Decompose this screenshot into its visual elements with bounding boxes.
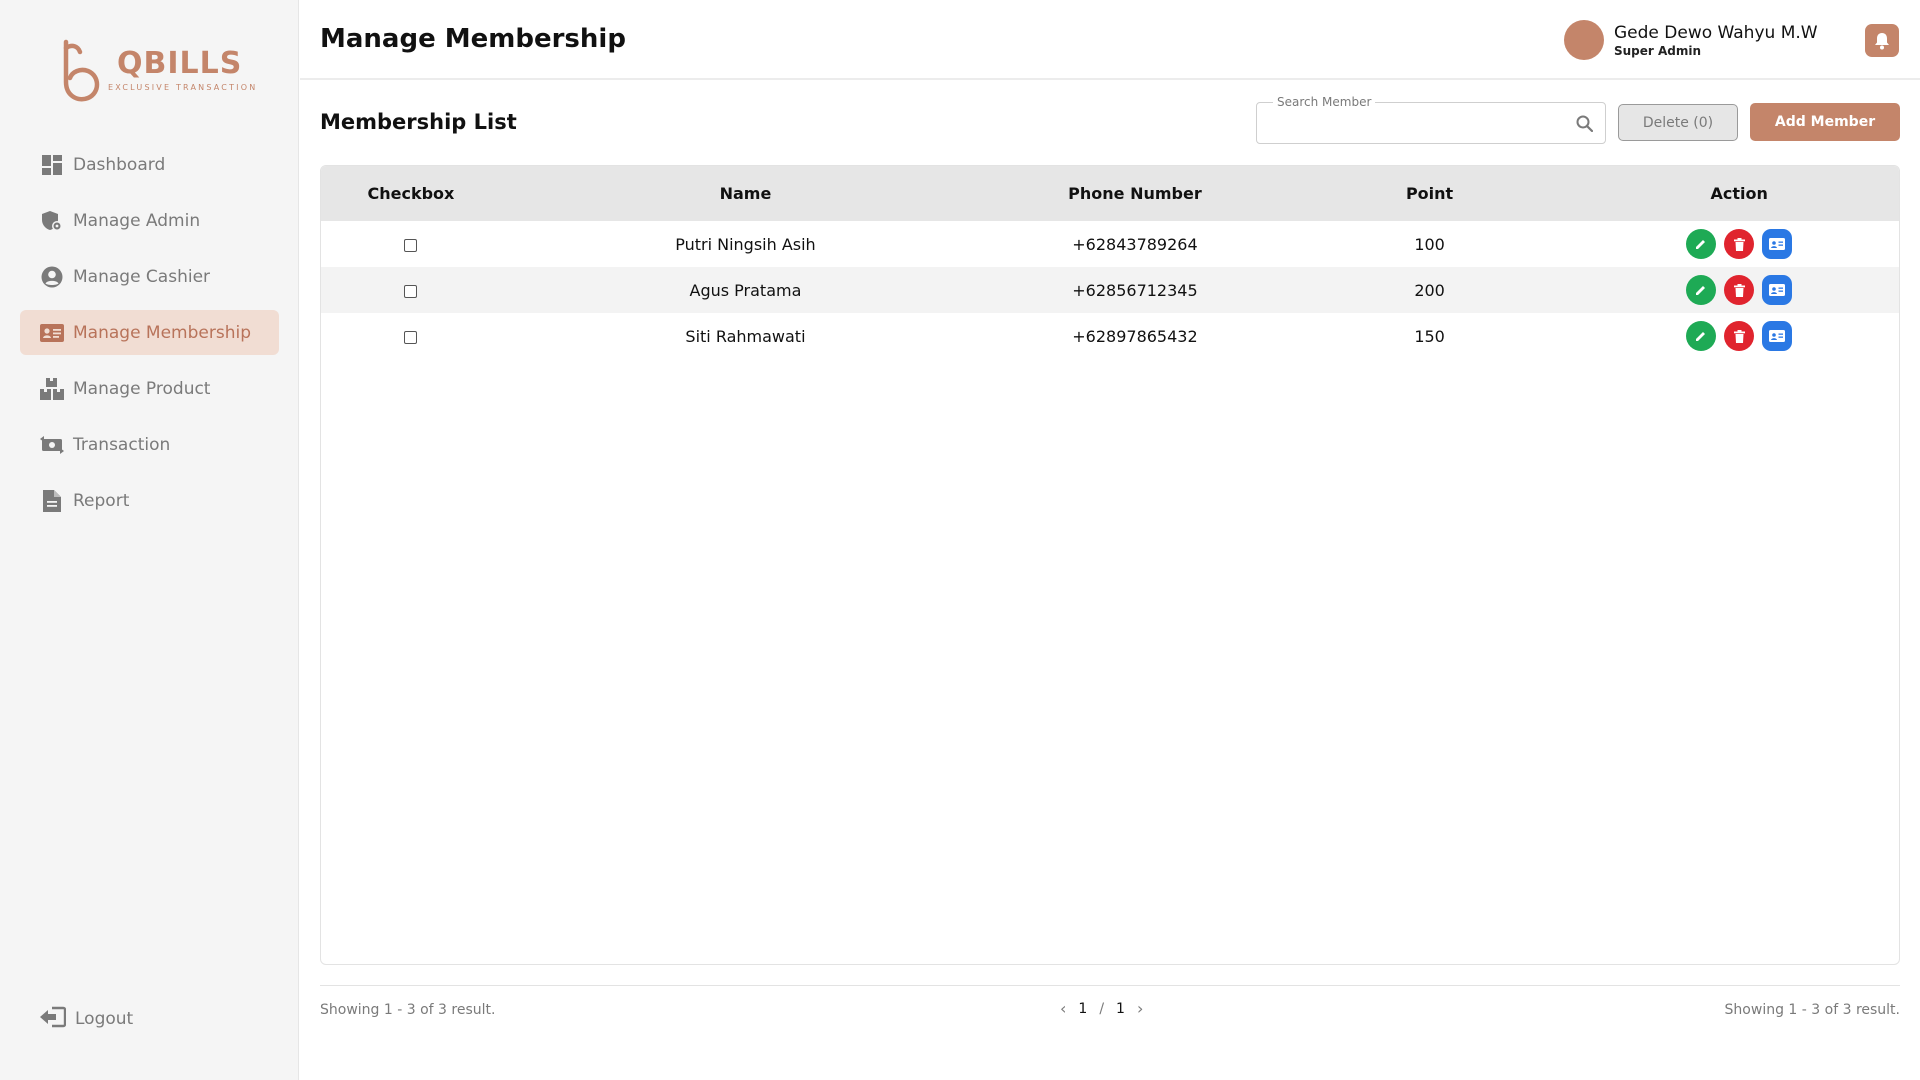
member-phone: +62897865432	[1072, 326, 1198, 346]
column-header-point: Point	[1405, 184, 1454, 203]
row-actions	[1686, 229, 1793, 259]
search-icon[interactable]	[1576, 115, 1593, 132]
result-count-right: Showing 1 - 3 of 3 result.	[1724, 1002, 1900, 1018]
user-role: Super Admin	[1614, 43, 1702, 58]
member-phone: +62856712345	[1072, 280, 1198, 300]
column-header-phone: Phone Number	[1068, 184, 1202, 203]
boxes-icon	[40, 377, 64, 401]
user-circle-icon	[40, 265, 64, 289]
list-title: Membership List	[320, 110, 517, 134]
next-page-icon[interactable]: ›	[1137, 999, 1143, 1018]
user-name: Gede Dewo Wahyu M.W	[1614, 22, 1818, 43]
member-point: 200	[1414, 280, 1445, 300]
sidebar-item-label: Dashboard	[73, 154, 166, 175]
sidebar-item-manage-admin[interactable]: Manage Admin	[20, 198, 279, 243]
user-profile[interactable]: Gede Dewo Wahyu M.W Super Admin	[1564, 20, 1818, 60]
edit-button[interactable]	[1686, 275, 1717, 305]
pencil-icon	[1696, 240, 1706, 249]
row-checkbox[interactable]	[404, 238, 418, 252]
table-header-row: Checkbox Name Phone Number Point Action	[321, 166, 1899, 221]
sidebar-nav: Dashboard Manage Admin Manage Cashier Ma…	[20, 142, 279, 534]
pencil-icon	[1696, 332, 1706, 341]
member-card-button[interactable]	[1762, 275, 1793, 305]
add-member-button[interactable]: Add Member	[1750, 103, 1900, 141]
table-row: Agus Pratama +62856712345 200	[321, 267, 1899, 313]
column-header-name: Name	[719, 184, 772, 203]
sidebar-item-manage-product[interactable]: Manage Product	[20, 366, 279, 411]
trash-icon	[1733, 283, 1745, 297]
footer-divider	[320, 985, 1900, 986]
member-point: 100	[1414, 234, 1445, 254]
id-card-icon	[1769, 238, 1786, 250]
sidebar-item-label: Manage Membership	[73, 322, 252, 343]
top-header: Manage Membership Gede Dewo Wahyu M.W Su…	[300, 0, 1920, 80]
delete-button[interactable]: Delete (0)	[1618, 104, 1738, 141]
avatar	[1564, 20, 1604, 60]
id-card-icon	[1769, 284, 1786, 296]
member-name: Agus Pratama	[689, 280, 802, 300]
page-separator: /	[1099, 1000, 1105, 1017]
result-count-left: Showing 1 - 3 of 3 result.	[320, 1002, 496, 1018]
table-row: Putri Ningsih Asih +62843789264 100	[321, 221, 1899, 267]
sidebar-item-manage-membership[interactable]: Manage Membership	[20, 310, 279, 355]
trash-icon	[1733, 329, 1745, 343]
row-actions	[1686, 321, 1793, 351]
row-checkbox[interactable]	[404, 330, 418, 344]
sidebar: QBILLS EXCLUSIVE TRANSACTION Dashboard M…	[0, 0, 299, 1080]
pagination: ‹ 1 / 1 ›	[1060, 999, 1143, 1018]
prev-page-icon[interactable]: ‹	[1060, 999, 1066, 1018]
sidebar-item-dashboard[interactable]: Dashboard	[20, 142, 279, 187]
id-card-icon	[40, 321, 64, 345]
sidebar-item-transaction[interactable]: Transaction	[20, 422, 279, 467]
edit-button[interactable]	[1686, 229, 1717, 259]
member-card-button[interactable]	[1762, 321, 1793, 351]
row-checkbox[interactable]	[404, 284, 418, 298]
money-transfer-icon	[40, 433, 64, 457]
edit-button[interactable]	[1686, 321, 1717, 351]
sidebar-item-label: Manage Admin	[73, 210, 201, 231]
dashboard-icon	[40, 153, 64, 177]
sidebar-item-report[interactable]: Report	[20, 478, 279, 523]
search-field[interactable]: Search Member	[1256, 95, 1606, 144]
table-row: Siti Rahmawati +62897865432 150	[321, 313, 1899, 359]
notification-button[interactable]	[1865, 24, 1899, 57]
total-pages: 1	[1116, 1000, 1125, 1017]
search-label: Search Member	[1273, 95, 1376, 109]
sidebar-item-label: Transaction	[73, 434, 171, 455]
delete-row-button[interactable]	[1724, 229, 1755, 259]
admin-shield-icon	[40, 209, 64, 233]
bell-icon	[1875, 32, 1889, 49]
row-actions	[1686, 275, 1793, 305]
member-point: 150	[1414, 326, 1445, 346]
page-title: Manage Membership	[320, 24, 626, 54]
logout-label: Logout	[75, 1009, 134, 1029]
member-name: Putri Ningsih Asih	[675, 234, 816, 254]
column-header-checkbox: Checkbox	[367, 184, 455, 203]
sidebar-item-manage-cashier[interactable]: Manage Cashier	[20, 254, 279, 299]
member-name: Siti Rahmawati	[685, 326, 806, 346]
trash-icon	[1733, 237, 1745, 251]
logo-mark-icon	[63, 39, 100, 102]
delete-row-button[interactable]	[1724, 275, 1755, 305]
column-header-action: Action	[1710, 184, 1768, 203]
brand-name: QBILLS	[117, 46, 243, 81]
search-input[interactable]	[1267, 111, 1567, 135]
logout-button[interactable]: Logout	[40, 1006, 133, 1032]
current-page: 1	[1078, 1000, 1088, 1017]
logout-icon	[40, 1006, 67, 1032]
member-card-button[interactable]	[1762, 229, 1793, 259]
brand-logo[interactable]: QBILLS EXCLUSIVE TRANSACTION	[58, 36, 255, 106]
delete-row-button[interactable]	[1724, 321, 1755, 351]
pencil-icon	[1696, 286, 1706, 295]
sidebar-item-label: Manage Cashier	[73, 266, 211, 287]
membership-table: Checkbox Name Phone Number Point Action …	[320, 165, 1900, 965]
brand-tagline: EXCLUSIVE TRANSACTION	[108, 83, 258, 92]
sidebar-item-label: Manage Product	[73, 378, 211, 399]
member-phone: +62843789264	[1072, 234, 1198, 254]
sidebar-item-label: Report	[73, 490, 130, 511]
document-icon	[40, 489, 64, 513]
id-card-icon	[1769, 330, 1786, 342]
